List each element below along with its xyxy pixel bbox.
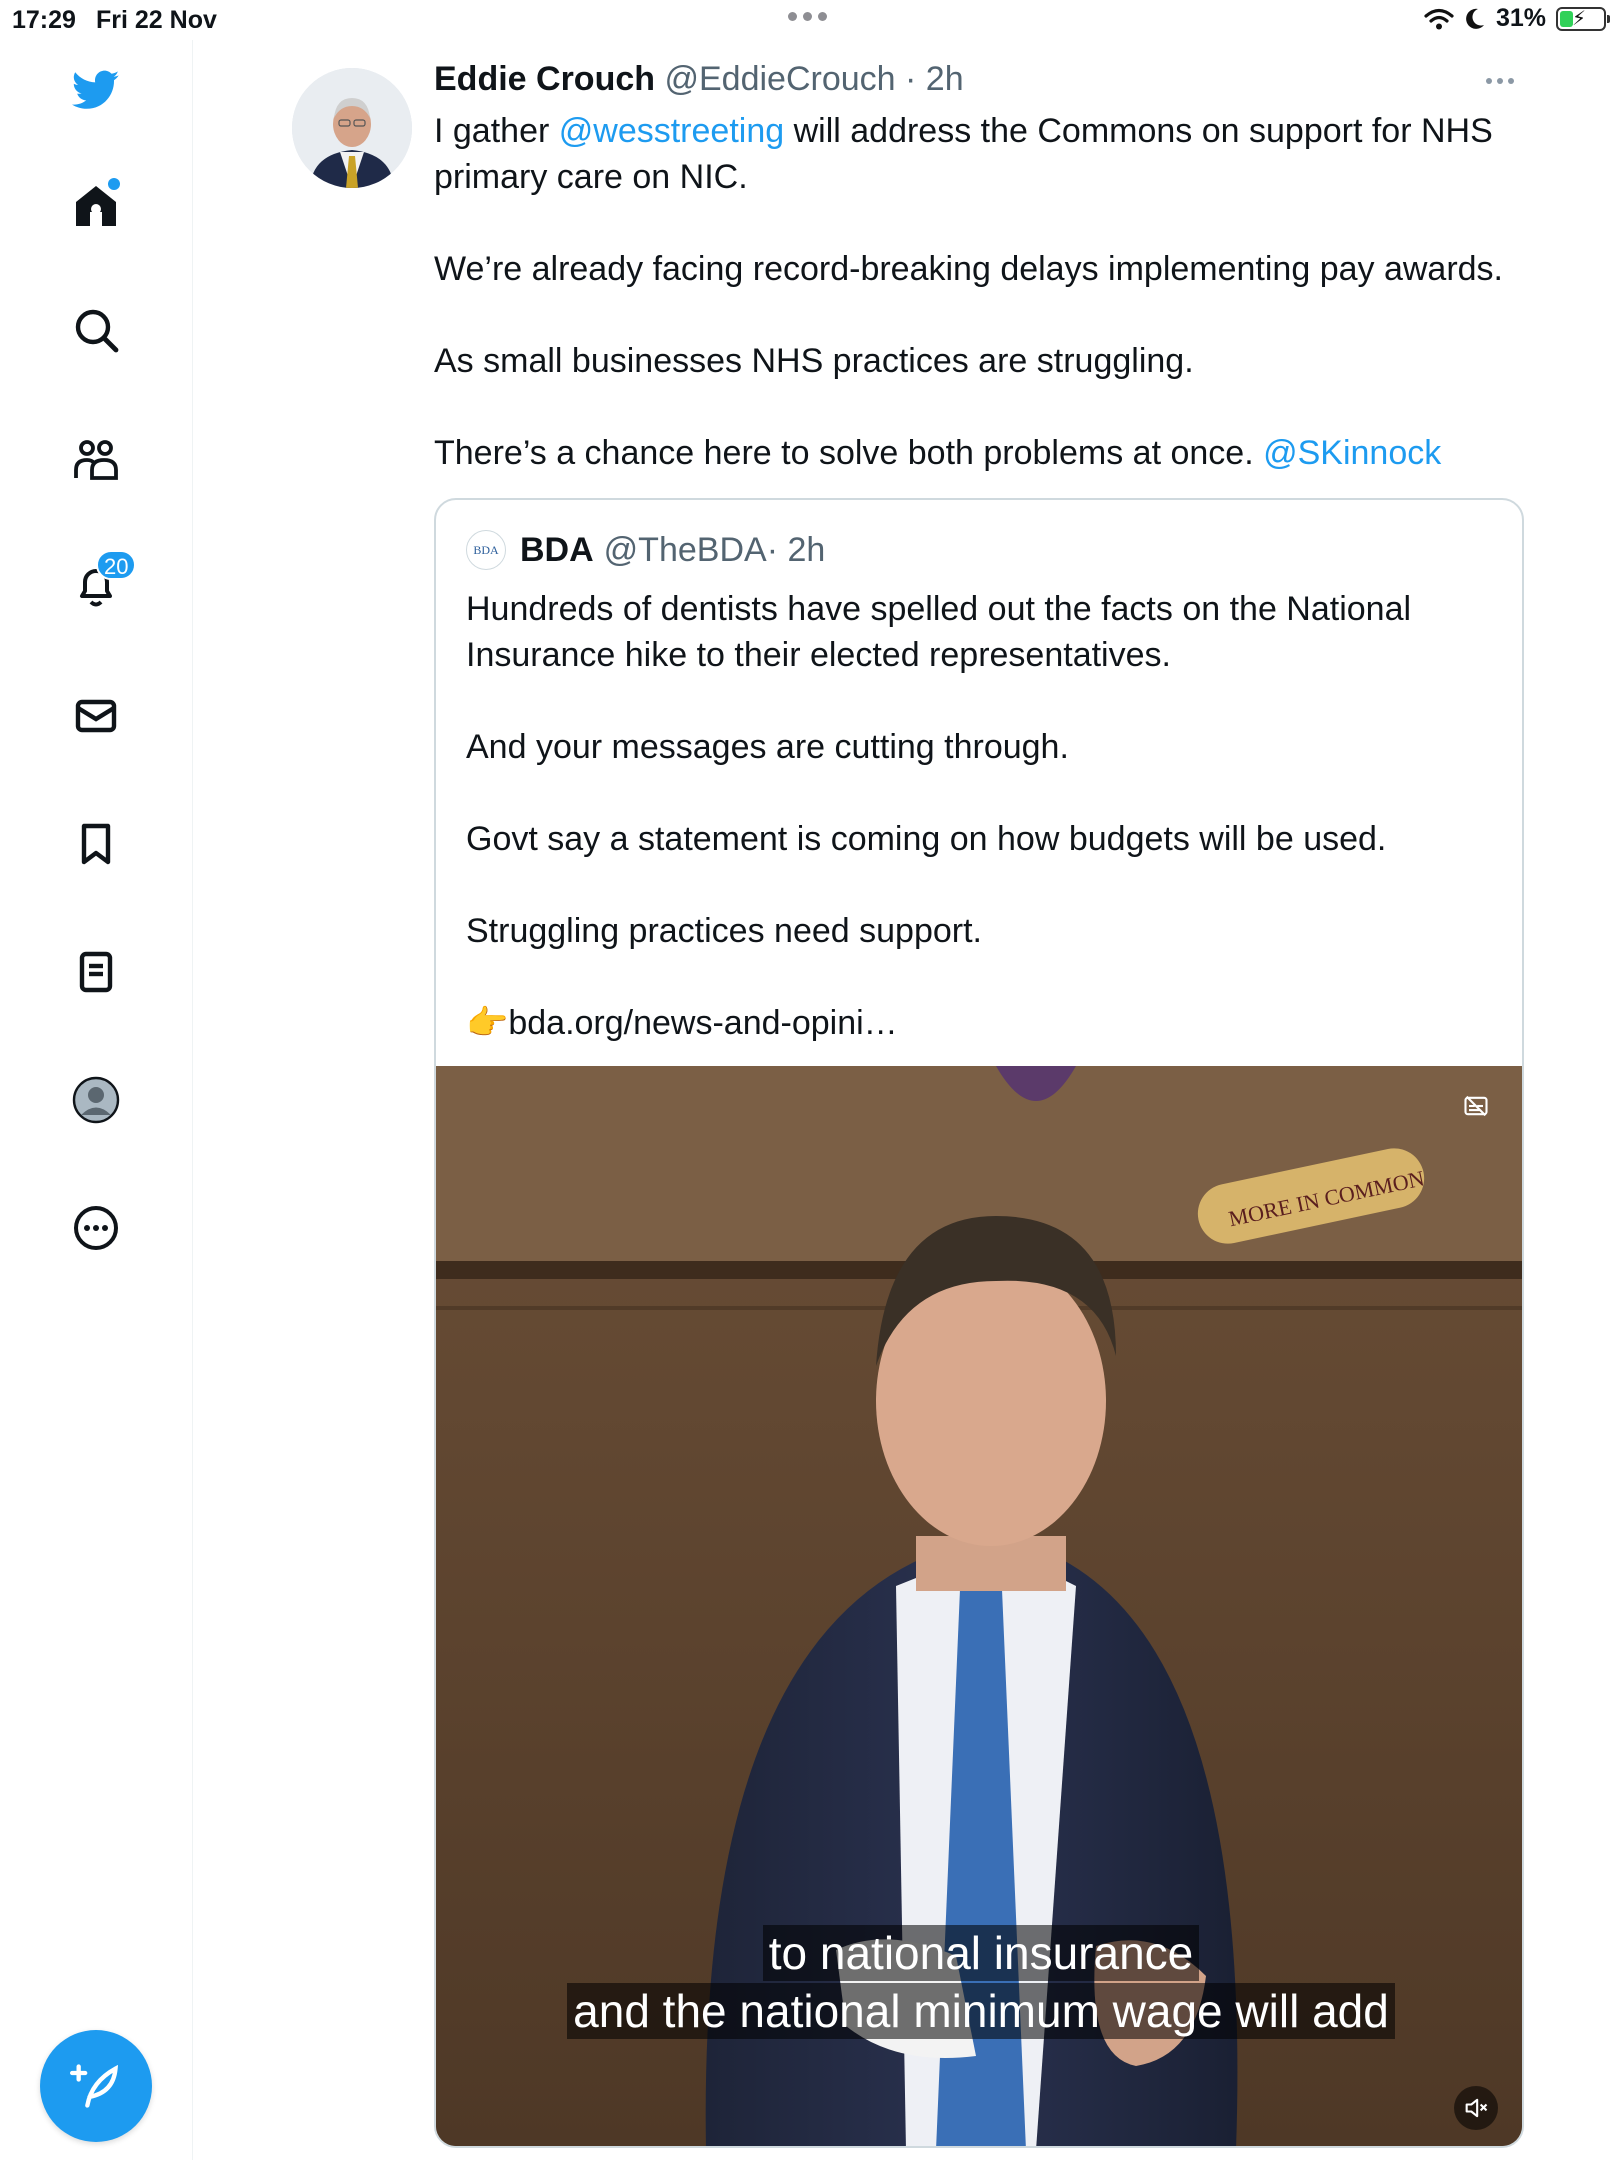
quoted-link-line: 👉bda.org/news-and-opini… <box>466 1000 1496 1046</box>
profile-avatar-icon <box>72 1076 120 1124</box>
status-date: Fri 22 Nov <box>96 6 217 34</box>
author-avatar[interactable] <box>292 68 412 188</box>
charging-bolt-icon: ⚡ <box>1572 7 1587 30</box>
status-time: 17:29 <box>12 6 76 34</box>
author-handle[interactable]: @EddieCrouch <box>664 60 895 98</box>
tweet-paragraph: As small businesses NHS practices are st… <box>434 342 1194 380</box>
messages-nav[interactable] <box>58 678 134 754</box>
captions-toggle-icon[interactable] <box>1454 1084 1498 1128</box>
communities-nav[interactable] <box>58 422 134 498</box>
tweet-text-segment: I gather <box>434 112 559 150</box>
moon-icon <box>1466 8 1484 29</box>
sidebar: 20 <box>0 40 193 2160</box>
author-name[interactable]: Eddie Crouch <box>434 60 655 98</box>
mail-icon <box>75 699 117 733</box>
quoted-tweet-body: Hundreds of dentists have spelled out th… <box>466 586 1496 1046</box>
status-indicators: 31% ⚡ <box>1424 4 1610 33</box>
quoted-author-avatar[interactable]: BDA <box>466 530 506 570</box>
quoted-tweet-card[interactable]: BDA BDA @TheBDA · 2h Hundreds of dentist… <box>434 498 1524 2148</box>
mute-icon[interactable] <box>1454 2086 1498 2130</box>
tweet-text-segment: There’s a chance here to solve both prob… <box>434 434 1264 472</box>
bookmarks-nav[interactable] <box>58 806 134 882</box>
search-icon <box>75 309 119 353</box>
communities-icon <box>74 440 118 480</box>
compose-tweet-button[interactable] <box>40 2030 152 2142</box>
pointing-hand-icon: 👉 <box>466 1004 509 1042</box>
video-caption: to national insurance <box>436 1925 1522 1981</box>
caption-line-2: and the national minimum wage will add <box>567 1983 1395 2039</box>
compose-tweet-icon <box>70 2064 119 2108</box>
more-nav[interactable] <box>58 1190 134 1266</box>
mention-link[interactable]: @SKinnock <box>1263 434 1441 472</box>
quoted-paragraph: And your messages are cutting through. <box>466 728 1069 766</box>
notifications-nav[interactable]: 20 <box>58 548 137 624</box>
battery-icon: ⚡ <box>1556 6 1610 31</box>
quoted-paragraph: Govt say a statement is coming on how bu… <box>466 820 1387 858</box>
more-circle-icon <box>74 1206 118 1250</box>
quoted-paragraph: Hundreds of dentists have spelled out th… <box>466 590 1412 674</box>
quoted-paragraph: Struggling practices need support. <box>466 912 982 950</box>
mention-link[interactable]: @wesstreeting <box>559 112 784 150</box>
bookmark-icon <box>81 823 111 865</box>
video-caption: and the national minimum wage will add <box>436 1983 1522 2039</box>
quoted-tweet-header: BDA BDA @TheBDA · 2h <box>466 530 825 570</box>
wifi-icon <box>1424 8 1454 29</box>
tweet-paragraph: I gather @wesstreeting will address the … <box>434 108 1534 200</box>
tweet-body: I gather @wesstreeting will address the … <box>434 108 1534 476</box>
video-player[interactable]: MORE IN COMMON to national insurance and… <box>436 1066 1522 2146</box>
tweet-time[interactable]: · 2h <box>905 60 964 98</box>
tweet-header: Eddie Crouch @EddieCrouch · 2h <box>434 60 964 99</box>
tweet-paragraph: There’s a chance here to solve both prob… <box>434 430 1534 476</box>
home-unread-dot <box>108 178 120 190</box>
multitasking-dots-icon[interactable] <box>788 12 827 21</box>
caption-line-1: to national insurance <box>762 1925 1200 1981</box>
battery-percent: 31% <box>1495 4 1546 32</box>
notifications-badge: 20 <box>96 550 137 580</box>
quoted-link[interactable]: bda.org/news-and-opini… <box>508 1004 897 1042</box>
profile-nav[interactable] <box>58 1062 134 1138</box>
lists-nav[interactable] <box>58 934 134 1010</box>
tweet-paragraph: We’re already facing record-breaking del… <box>434 250 1504 288</box>
quoted-tweet-time: · 2h <box>766 530 826 569</box>
home-nav[interactable] <box>58 168 134 244</box>
quoted-author-name[interactable]: BDA <box>520 531 594 570</box>
twitter-logo-icon[interactable] <box>58 52 134 128</box>
list-icon <box>79 951 113 993</box>
quoted-author-handle[interactable]: @TheBDA <box>604 531 767 570</box>
tweet-more-options-icon[interactable] <box>1486 78 1514 84</box>
explore-nav[interactable] <box>58 292 134 368</box>
status-bar: 17:29 Fri 22 Nov 31% ⚡ <box>0 0 1620 40</box>
